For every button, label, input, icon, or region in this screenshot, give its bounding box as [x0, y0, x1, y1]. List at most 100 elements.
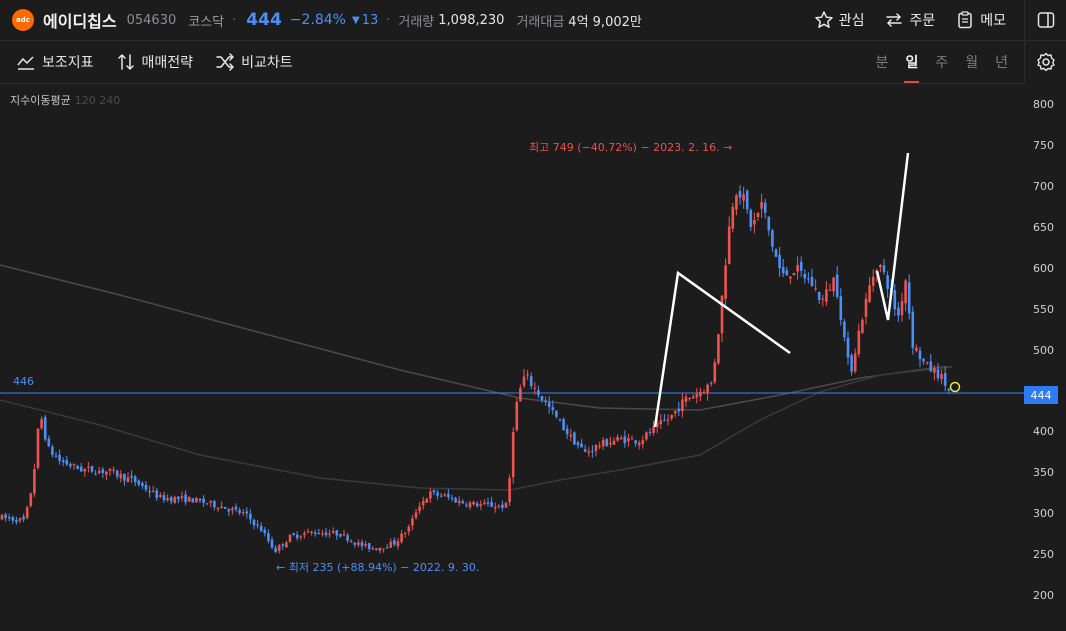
candle-body	[371, 548, 375, 550]
candle-body	[187, 496, 191, 502]
swap-arrows-icon	[886, 13, 903, 27]
candle-body	[277, 545, 281, 551]
candle-body	[915, 347, 918, 351]
candle-body	[367, 543, 371, 550]
candle-body	[864, 298, 868, 317]
candle-body	[393, 540, 396, 545]
drawn-trendline-2[interactable]	[875, 152, 910, 321]
candle-body	[504, 503, 508, 508]
candle-body	[11, 517, 15, 521]
memo-button[interactable]: 메모	[955, 10, 1006, 30]
candle-body	[731, 206, 735, 229]
candle-body	[753, 219, 756, 225]
candle-body	[637, 442, 641, 446]
candle-body	[270, 539, 274, 548]
candle-body	[130, 475, 133, 478]
candle-body	[281, 544, 285, 546]
candle-body	[619, 437, 623, 440]
tab-week[interactable]: 주	[935, 41, 948, 83]
tab-month[interactable]: 월	[965, 41, 978, 83]
candle-body	[331, 531, 335, 533]
stock-name[interactable]: 에이디칩스	[43, 8, 117, 32]
watch-button[interactable]: 관심	[814, 10, 864, 30]
candle-body	[663, 419, 666, 421]
candle-body	[396, 541, 400, 547]
candle-body	[7, 517, 11, 519]
candle-body	[43, 417, 47, 440]
candle-body	[745, 190, 749, 210]
candle-body	[688, 397, 691, 399]
candle-body	[0, 515, 4, 520]
strategy-button[interactable]: 매매전략	[116, 52, 193, 72]
indicator-label: 보조지표	[42, 55, 94, 71]
candle-body	[601, 439, 605, 447]
candle-body	[681, 399, 684, 412]
candle-body	[544, 400, 547, 402]
tab-year[interactable]: 년	[995, 41, 1008, 83]
up-down-arrows-icon	[117, 54, 134, 70]
low-annotation: ← 최저 235 (+88.94%) − 2022. 9. 30.	[276, 561, 480, 574]
candle-body	[846, 337, 850, 358]
candle-body	[511, 432, 515, 478]
star-icon	[814, 11, 833, 28]
candle-body	[493, 506, 497, 509]
candle-body	[533, 387, 537, 389]
candle-body	[825, 289, 828, 302]
candle-body	[375, 548, 378, 551]
candle-body	[652, 426, 655, 433]
candle-body	[904, 280, 907, 304]
candle-body	[137, 480, 141, 485]
candle-body	[479, 504, 483, 506]
candlestick-chart[interactable]	[0, 84, 1066, 631]
candle-body	[324, 532, 328, 536]
candle-body	[69, 464, 72, 467]
candle-body	[922, 358, 925, 362]
candle-body	[587, 451, 591, 453]
candle-body	[537, 390, 540, 396]
indicator-button[interactable]: 보조지표	[16, 52, 94, 72]
top-bar: adc 에이디칩스 054630 코스닥 · 444 −2.84% ▼ 13 ·…	[0, 0, 1066, 41]
candle-body	[940, 374, 943, 379]
stock-info: adc 에이디칩스 054630 코스닥 · 444 −2.84% ▼ 13 ·…	[12, 0, 642, 40]
chart-settings-button[interactable]	[1024, 41, 1066, 83]
candle-body	[616, 437, 619, 441]
candle-body	[598, 446, 601, 448]
candle-body	[252, 519, 256, 526]
order-button[interactable]: 주문	[884, 10, 935, 30]
candle-body	[796, 265, 799, 272]
candle-body	[378, 547, 382, 551]
candle-body	[799, 261, 803, 271]
candle-body	[439, 495, 443, 497]
candle-body	[857, 330, 861, 355]
tab-day[interactable]: 일	[904, 41, 920, 83]
candle-body	[879, 264, 882, 268]
chart-toolbar: 보조지표 매매전략 비교차트 분 일 주 월 년	[0, 41, 1024, 84]
candle-body	[47, 438, 51, 447]
candle-body	[839, 296, 843, 321]
change-value: 13	[361, 12, 379, 28]
candle-body	[882, 265, 886, 273]
moving-average-lines	[0, 264, 953, 491]
candle-body	[429, 491, 432, 499]
candle-body	[925, 362, 929, 364]
candle-body	[515, 402, 519, 431]
candle-body	[267, 533, 270, 541]
tab-minute[interactable]: 분	[876, 41, 889, 83]
sidebar-toggle-button[interactable]	[1024, 0, 1066, 40]
candle-body	[695, 393, 699, 398]
ma120-line	[0, 264, 952, 411]
candle-body	[425, 498, 429, 503]
candle-body	[335, 530, 339, 536]
company-logo: adc	[12, 9, 34, 31]
candle-body	[133, 476, 137, 483]
candle-body	[155, 490, 159, 499]
candle-body	[79, 466, 83, 472]
compare-button[interactable]: 비교차트	[215, 52, 293, 72]
candle-body	[835, 274, 839, 297]
candle-body	[943, 373, 947, 386]
y-tick-label: 700	[1033, 179, 1054, 193]
candles	[0, 185, 951, 554]
candle-body	[51, 446, 54, 455]
candle-body	[447, 493, 450, 498]
candle-body	[684, 396, 688, 402]
